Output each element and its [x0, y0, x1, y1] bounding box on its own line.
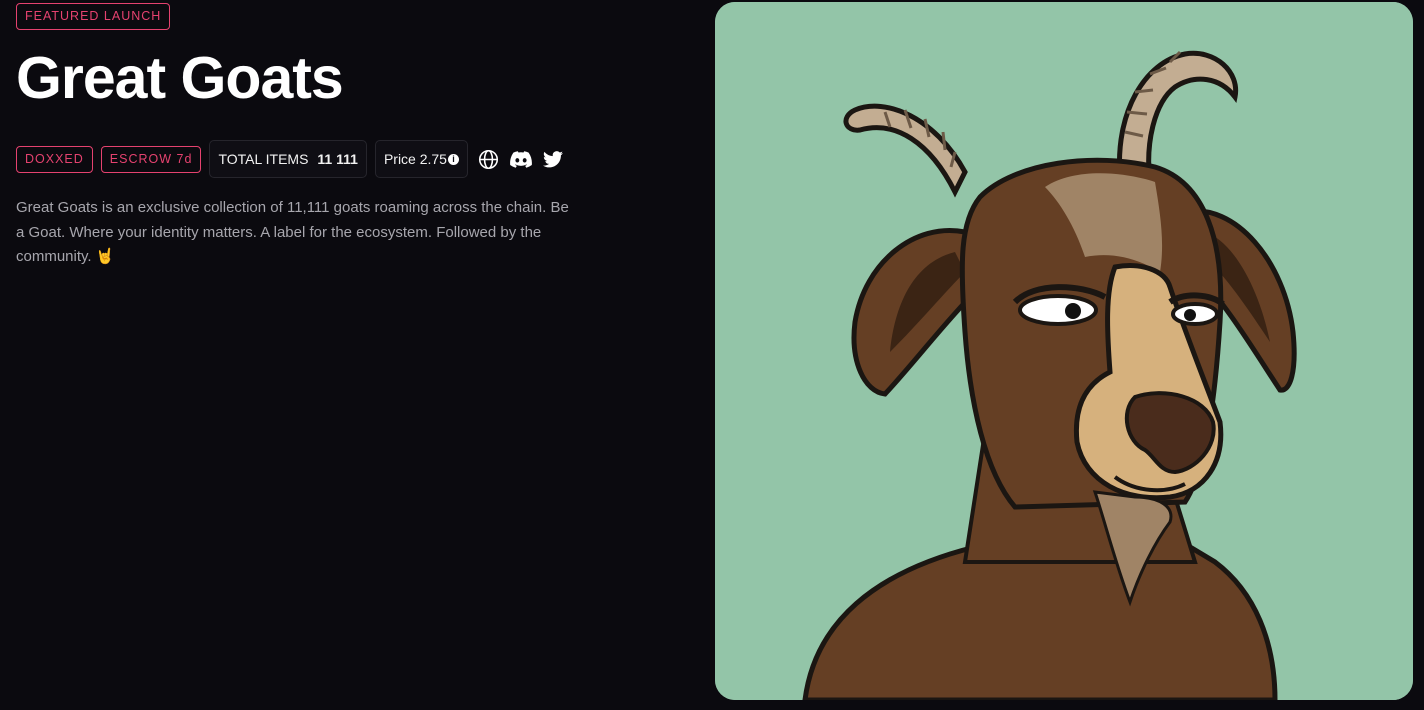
doxxed-badge: DOXXED	[16, 145, 93, 173]
info-icon[interactable]: i	[447, 153, 459, 165]
collection-meta: DOXXED ESCROW 7d TOTAL ITEMS 11 111 Pric…	[16, 140, 616, 178]
total-items-stat: TOTAL ITEMS 11 111	[209, 140, 367, 178]
launch-info: FEATURED LAUNCH Great Goats DOXXED ESCRO…	[16, 0, 616, 270]
featured-launch-badge: FEATURED LAUNCH	[16, 3, 171, 30]
price-label: Price 2.75	[383, 151, 447, 167]
total-items-value: 11 111	[317, 151, 358, 167]
escrow-badge: ESCROW 7d	[100, 145, 202, 173]
collection-description: Great Goats is an exclusive collection o…	[16, 199, 569, 265]
discord-icon[interactable]	[510, 148, 532, 170]
globe-icon[interactable]	[478, 148, 500, 170]
collection-title: Great Goats	[16, 45, 344, 111]
price-stat[interactable]: Price 2.75 i	[374, 140, 468, 178]
twitter-icon[interactable]	[542, 148, 564, 170]
collection-artwork	[715, 2, 1413, 700]
social-links	[478, 148, 574, 170]
total-items-label: TOTAL ITEMS	[218, 151, 309, 167]
